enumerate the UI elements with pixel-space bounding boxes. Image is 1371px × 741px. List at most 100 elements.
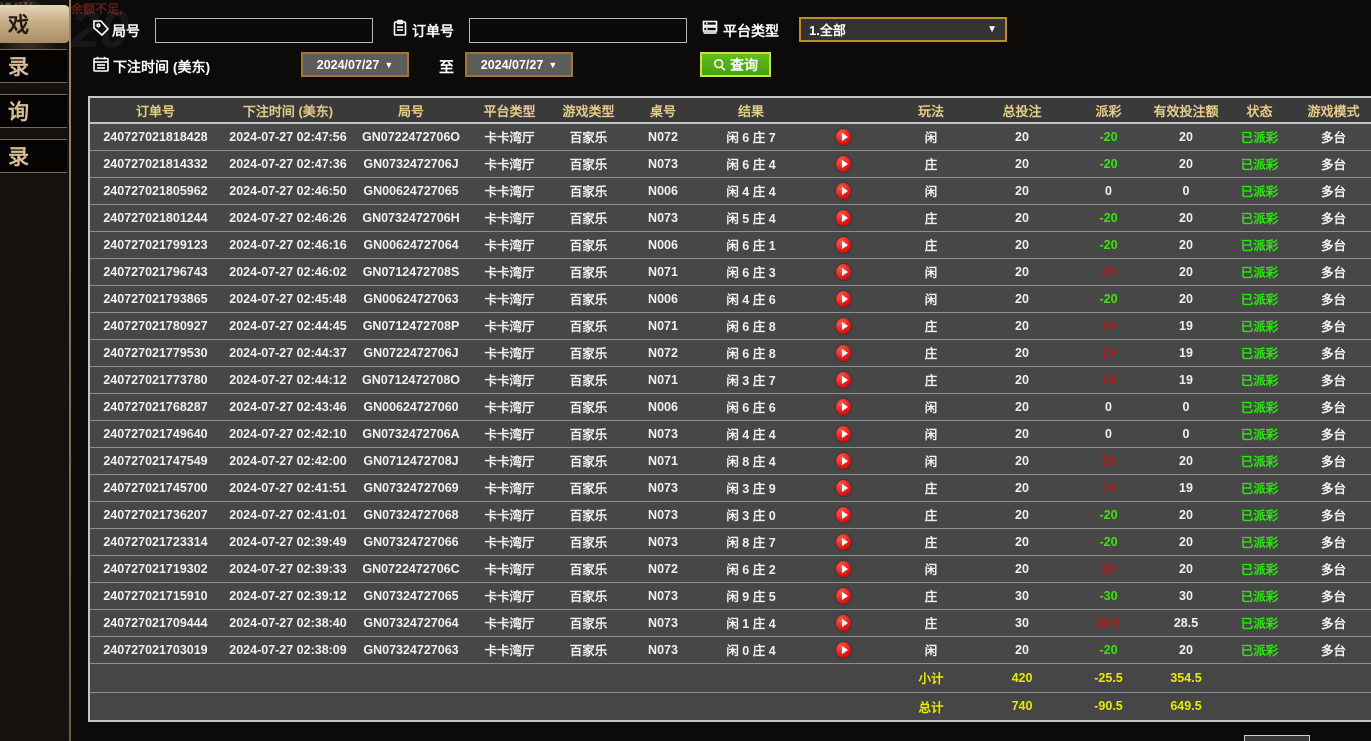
cell-result: 闲 4 庄 4: [701, 177, 801, 204]
query-button[interactable]: 查询: [700, 52, 771, 77]
replay-play-icon[interactable]: [836, 156, 851, 172]
replay-play-icon[interactable]: [836, 615, 851, 631]
cell-total-bet: 20: [976, 555, 1068, 582]
cell-platform: 卡卡湾厅: [467, 258, 552, 285]
cell-valid-bet: 30: [1149, 582, 1223, 609]
cell-game-no: GN00624727060: [355, 393, 467, 420]
replay-play-icon[interactable]: [836, 183, 851, 199]
cell-time: 2024-07-27 02:44:12: [221, 366, 355, 393]
table-row: 2407270217496402024-07-27 02:42:10GN0732…: [89, 420, 1371, 447]
cell-payout: 20: [1068, 555, 1149, 582]
cell-mode: 多台: [1296, 258, 1371, 285]
cell-platform: 卡卡湾厅: [467, 636, 552, 663]
cell-time: 2024-07-27 02:38:09: [221, 636, 355, 663]
chevron-down-icon: ▼: [384, 60, 393, 70]
cell-game-type: 百家乐: [552, 474, 625, 501]
cell-mode: 多台: [1296, 312, 1371, 339]
cell-total-bet: 20: [976, 177, 1068, 204]
replay-play-icon[interactable]: [836, 561, 851, 577]
sidebar-tab-query[interactable]: 询: [0, 94, 67, 128]
cell-game-no: GN00624727064: [355, 231, 467, 258]
cell-bet-on: 庄: [886, 312, 976, 339]
cell-total-bet: 30: [976, 609, 1068, 636]
cell-bet-on: 闲: [886, 285, 976, 312]
date-to-value: 2024/07/27: [481, 58, 544, 72]
cell-time: 2024-07-27 02:44:45: [221, 312, 355, 339]
order-no-input[interactable]: [469, 18, 687, 43]
cell-payout: 28.5: [1068, 609, 1149, 636]
cell-valid-bet: 20: [1149, 231, 1223, 258]
cell-game-no: GN0712472708O: [355, 366, 467, 393]
summary-empty: [801, 692, 886, 721]
table-row: 2407270217094442024-07-27 02:38:40GN0732…: [89, 609, 1371, 636]
cell-valid-bet: 20: [1149, 123, 1223, 150]
page-control[interactable]: [1244, 735, 1310, 741]
cell-total-bet: 20: [976, 204, 1068, 231]
cell-status: 已派彩: [1223, 447, 1296, 474]
replay-play-icon[interactable]: [836, 588, 851, 604]
cell-payout: -20: [1068, 636, 1149, 663]
cell-table-no: N006: [625, 231, 701, 258]
sidebar-tab-game[interactable]: 戏: [0, 5, 70, 43]
table-row: 2407270218012442024-07-27 02:46:26GN0732…: [89, 204, 1371, 231]
replay-play-icon[interactable]: [836, 453, 851, 469]
cell-status: 已派彩: [1223, 636, 1296, 663]
cell-replay: [801, 636, 886, 663]
replay-play-icon[interactable]: [836, 264, 851, 280]
game-no-input[interactable]: [155, 18, 373, 43]
cell-payout: -20: [1068, 528, 1149, 555]
cell-total-bet: 20: [976, 312, 1068, 339]
replay-play-icon[interactable]: [836, 534, 851, 550]
grand-total-row: 总计740-90.5649.5: [89, 692, 1371, 721]
cell-status: 已派彩: [1223, 285, 1296, 312]
cell-table-no: N073: [625, 609, 701, 636]
cell-bet-on: 闲: [886, 393, 976, 420]
cell-bet-on: 庄: [886, 501, 976, 528]
replay-play-icon[interactable]: [836, 291, 851, 307]
cell-table-no: N071: [625, 258, 701, 285]
replay-play-icon[interactable]: [836, 426, 851, 442]
date-from-select[interactable]: 2024/07/27 ▼: [301, 52, 409, 77]
replay-play-icon[interactable]: [836, 237, 851, 253]
date-to-select[interactable]: 2024/07/27 ▼: [465, 52, 573, 77]
replay-play-icon[interactable]: [836, 642, 851, 658]
cell-bet-on: 闲: [886, 420, 976, 447]
sidebar-tab-record-1[interactable]: 录: [0, 49, 67, 83]
sidebar-tab-record-2[interactable]: 录: [0, 139, 67, 173]
cell-order: 240727021818428: [89, 123, 221, 150]
summary-label: 总计: [886, 692, 976, 721]
replay-play-icon[interactable]: [836, 210, 851, 226]
cell-mode: 多台: [1296, 231, 1371, 258]
replay-play-icon[interactable]: [836, 507, 851, 523]
cell-table-no: N073: [625, 636, 701, 663]
cell-result: 闲 9 庄 5: [701, 582, 801, 609]
cell-mode: 多台: [1296, 339, 1371, 366]
table-row: 2407270217362072024-07-27 02:41:01GN0732…: [89, 501, 1371, 528]
cell-mode: 多台: [1296, 474, 1371, 501]
cell-mode: 多台: [1296, 582, 1371, 609]
cell-replay: [801, 123, 886, 150]
platform-type-value: 1.全部: [809, 20, 846, 39]
replay-play-icon[interactable]: [836, 318, 851, 334]
replay-play-icon[interactable]: [836, 129, 851, 145]
cell-replay: [801, 501, 886, 528]
platform-type-select[interactable]: 1.全部 ▼: [799, 17, 1007, 42]
cell-time: 2024-07-27 02:46:26: [221, 204, 355, 231]
summary-value: 354.5: [1149, 663, 1223, 692]
cell-game-no: GN07324727068: [355, 501, 467, 528]
cell-platform: 卡卡湾厅: [467, 231, 552, 258]
cell-order: 240727021793865: [89, 285, 221, 312]
col-header-replay: [801, 97, 886, 123]
cell-total-bet: 20: [976, 366, 1068, 393]
cell-total-bet: 20: [976, 150, 1068, 177]
replay-play-icon[interactable]: [836, 399, 851, 415]
cell-platform: 卡卡湾厅: [467, 312, 552, 339]
cell-game-type: 百家乐: [552, 555, 625, 582]
replay-play-icon[interactable]: [836, 480, 851, 496]
cell-replay: [801, 285, 886, 312]
replay-play-icon[interactable]: [836, 345, 851, 361]
cell-game-no: GN0722472706J: [355, 339, 467, 366]
cell-replay: [801, 393, 886, 420]
replay-play-icon[interactable]: [836, 372, 851, 388]
cell-game-type: 百家乐: [552, 420, 625, 447]
